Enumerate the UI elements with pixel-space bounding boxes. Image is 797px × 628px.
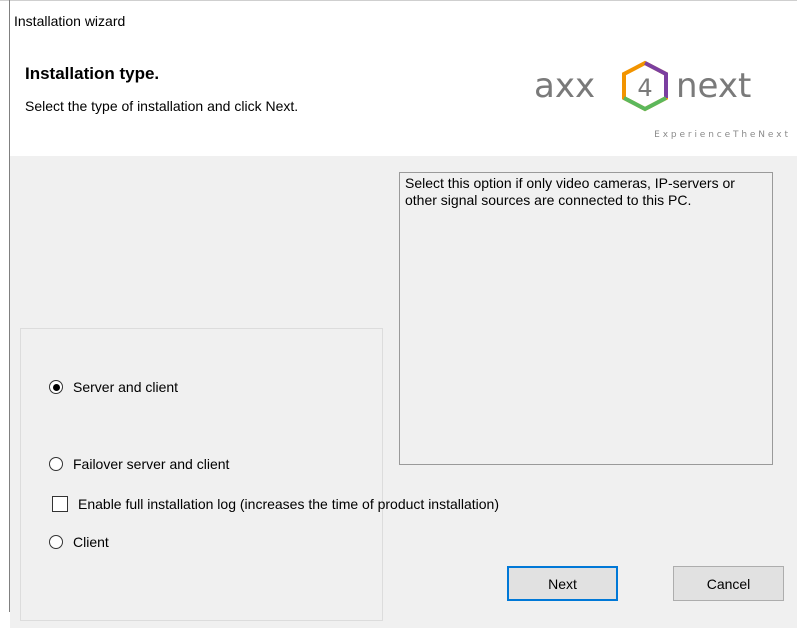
checkbox-label: Enable full installation log (increases …	[78, 496, 500, 512]
logo-digit: 4	[637, 74, 652, 102]
logo-right-text: next	[676, 66, 751, 106]
axxon-next-logo: axx 4 next E x p e r i e n c e T h e N e…	[534, 60, 788, 140]
radio-empty-icon	[49, 457, 63, 471]
page-title: Installation type.	[25, 64, 160, 83]
content-area: Server and client Failover server and cl…	[10, 156, 797, 628]
radio-failover-server-and-client[interactable]: Failover server and client	[49, 456, 229, 472]
top-border	[0, 0, 797, 1]
next-button[interactable]: Next	[507, 566, 618, 601]
page-subtitle: Select the type of installation and clic…	[25, 98, 299, 114]
radio-selected-icon	[49, 380, 63, 394]
radio-label: Failover server and client	[73, 456, 230, 472]
radio-label: Client	[73, 534, 109, 550]
radio-label: Server and client	[73, 379, 179, 395]
option-description: Select this option if only video cameras…	[399, 172, 773, 465]
logo-left-text: axx	[534, 66, 595, 106]
wizard-header: Installation type. Select the type of in…	[10, 36, 797, 156]
radio-client[interactable]: Client	[49, 534, 109, 550]
window-title: Installation wizard	[14, 13, 126, 29]
radio-empty-icon	[49, 535, 63, 549]
logo-tagline: E x p e r i e n c e T h e N e x t	[654, 130, 788, 140]
cancel-button[interactable]: Cancel	[673, 566, 784, 601]
installation-type-group: Server and client Failover server and cl…	[20, 328, 383, 621]
checkbox-icon[interactable]	[52, 496, 68, 512]
radio-server-and-client[interactable]: Server and client	[49, 379, 178, 395]
full-log-checkbox[interactable]: Enable full installation log (increases …	[52, 496, 499, 512]
hexagon-icon: 4	[622, 60, 668, 112]
